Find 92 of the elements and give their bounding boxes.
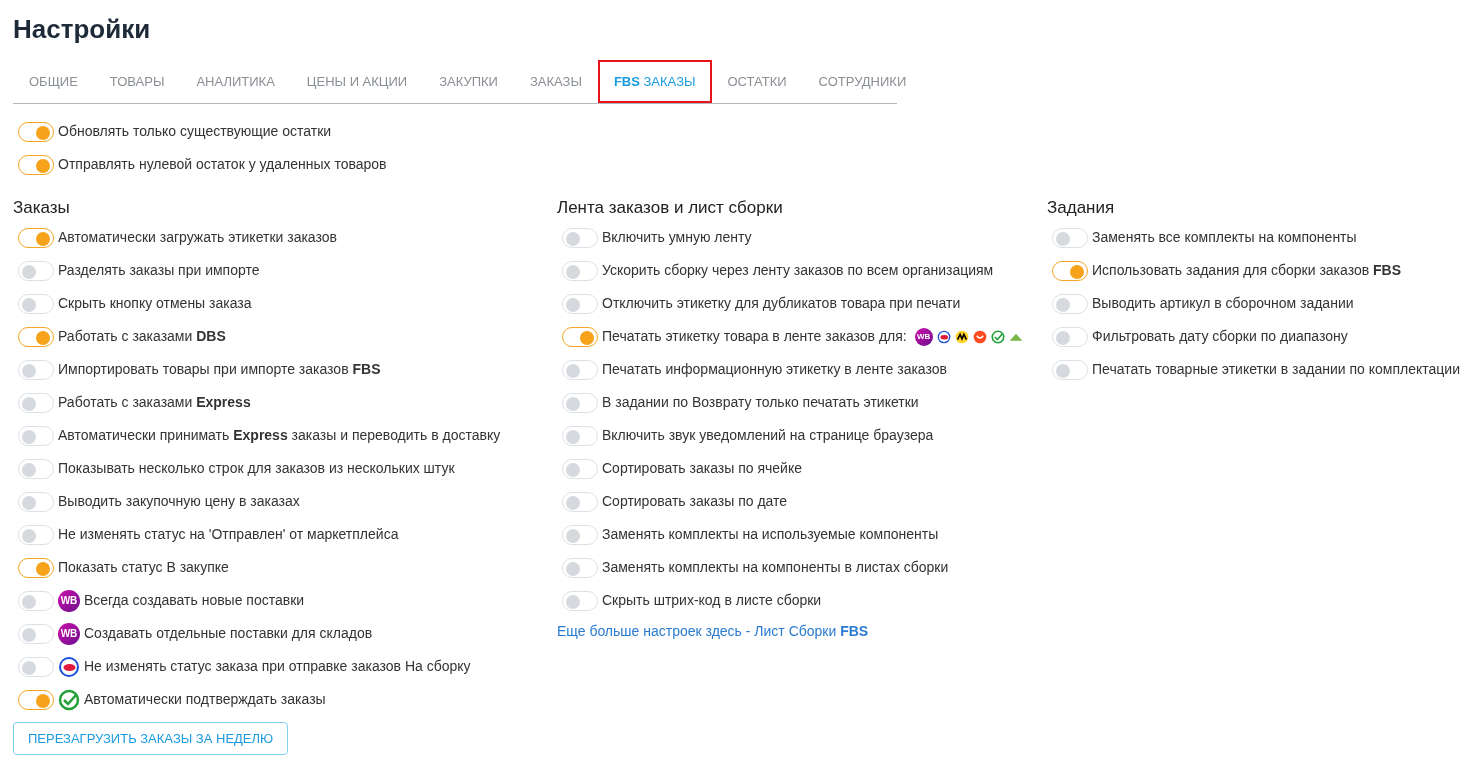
tab[interactable]: ОБЩИЕ [13,60,94,103]
setting-label: В задании по Возврату только печатать этикетки [602,393,919,412]
toggle-switch[interactable] [562,458,598,479]
toggle-switch[interactable] [18,121,54,142]
toggle-switch[interactable] [18,623,54,644]
toggle-switch[interactable] [18,227,54,248]
toggle-switch[interactable] [18,392,54,413]
section-heading: Задания [1047,197,1116,219]
setting-label: Печатать товарные этикетки в задании по комплектации [1092,360,1460,379]
tab[interactable]: ЦЕНЫ И АКЦИИ [290,60,424,103]
reload-orders-button[interactable]: ПЕРЕЗАГРУЗИТЬ ЗАКАЗЫ ЗА НЕДЕЛЮ [13,722,289,755]
toggle-switch[interactable] [562,425,598,446]
toggle-switch[interactable] [1052,260,1088,281]
toggle-switch[interactable] [18,557,54,578]
ring-logo-icon [58,655,80,678]
toggle-switch[interactable] [18,689,54,710]
toggle-switch[interactable] [562,557,598,578]
setting-label: Всегда создавать новые поставки [84,591,305,610]
toggle-switch[interactable] [18,293,54,314]
section-heading: Лента заказов и лист сборки [557,197,784,219]
tab[interactable]: СОТРУДНИКИ [802,60,923,103]
setting-label: Работать с заказами Express [58,393,251,412]
squiggle-logo-icon [954,329,969,344]
toggle-switch[interactable] [562,260,598,281]
marketplace-badge: WB [58,622,80,645]
setting-label: Использовать задания для сборки заказов FBS [1092,261,1402,280]
smile-logo-icon [972,329,987,344]
toggle-switch[interactable] [18,154,54,175]
toggle-switch[interactable] [18,458,54,479]
setting-label: Автоматически подтверждать заказы [84,690,326,709]
toggle-switch[interactable] [18,590,54,611]
setting-label: Обновлять только существующие остатки [58,122,332,141]
toggle-switch[interactable] [18,359,54,380]
setting-label: Сортировать заказы по дате [602,492,788,511]
setting-label: Автоматически принимать Express заказы и переводить в доставку [58,426,501,445]
check-logo-icon [58,688,80,711]
setting-label: Ускорить сборку через ленту заказов по всем организациям [602,261,994,280]
check-logo-icon [990,329,1005,344]
toggle-switch[interactable] [18,326,54,347]
toggle-switch[interactable] [562,590,598,611]
setting-label: Заменять комплекты на используемые компоненты [602,525,939,544]
toggle-switch[interactable] [562,326,598,347]
setting-label: Не изменять статус заказа при отправке заказов На сборку [84,657,471,676]
setting-label: Импортировать товары при импорте заказов FBS [58,360,381,379]
toggle-switch[interactable] [18,524,54,545]
setting-label: Автоматически загружать этикетки заказов [58,228,337,247]
toggle-switch[interactable] [1052,326,1088,347]
setting-label: Скрыть кнопку отмены заказа [58,294,252,313]
marketplace-badge: WB [914,327,933,346]
page-title: Настройки [13,13,152,46]
setting-label: Включить звук уведомлений на странице браузера [602,426,934,445]
toggle-switch[interactable] [18,260,54,281]
section-heading: Заказы [13,197,71,219]
tab[interactable]: АНАЛИТИКА [180,60,291,103]
setting-label: Фильтровать дату сборки по диапазону [1092,327,1348,346]
toggle-switch[interactable] [18,425,54,446]
setting-label: Показывать несколько строк для заказов из нескольких штук [58,459,455,478]
toggle-switch[interactable] [18,491,54,512]
setting-label: Заменять все комплекты на компоненты [1092,228,1357,247]
toggle-switch[interactable] [562,524,598,545]
tab[interactable]: FBS ЗАКАЗЫ [597,60,712,103]
setting-label: Заменять комплекты на компоненты в листах сборки [602,558,949,577]
setting-label: Отключить этикетку для дубликатов товара при печати [602,294,961,313]
setting-label: Скрыть штрих-код в листе сборки [602,591,822,610]
tab[interactable]: ЗАКАЗЫ [513,60,598,103]
toggle-switch[interactable] [562,392,598,413]
toggle-switch[interactable] [562,227,598,248]
toggle-switch[interactable] [562,491,598,512]
setting-label: Показать статус В закупке [58,558,229,577]
tab[interactable]: ТОВАРЫ [93,60,181,103]
setting-label: Печатать информационную этикетку в ленте заказов [602,360,947,379]
setting-label: Не изменять статус на 'Отправлен' от маркетплейса [58,525,399,544]
setting-label: Выводить артикул в сборочном задании [1092,294,1354,313]
ring-logo-icon [936,329,951,344]
setting-label: Выводить закупочную цену в заказах [58,492,300,511]
toggle-switch[interactable] [562,359,598,380]
tab[interactable]: ЗАКУПКИ [423,60,514,103]
toggle-switch[interactable] [562,293,598,314]
setting-label: Печатать этикетку товара в ленте заказов для: [602,327,907,346]
setting-label: Разделять заказы при импорте [58,261,260,280]
setting-label: Работать с заказами DBS [58,327,226,346]
toggle-switch[interactable] [18,656,54,677]
setting-label: Отправлять нулевой остаток у удаленных товаров [58,155,387,174]
toggle-switch[interactable] [1052,227,1088,248]
toggle-switch[interactable] [1052,293,1088,314]
tab[interactable]: ОСТАТКИ [711,60,803,103]
settings-link[interactable]: Еще больше настроек здесь - Лист Сборки FBS [557,621,1047,642]
marketplace-badge: WB [58,589,80,612]
setting-label: Создавать отдельные поставки для складов [84,624,373,643]
toggle-switch[interactable] [1052,359,1088,380]
setting-label: Сортировать заказы по ячейке [602,459,802,478]
setting-label: Включить умную ленту [602,228,752,247]
